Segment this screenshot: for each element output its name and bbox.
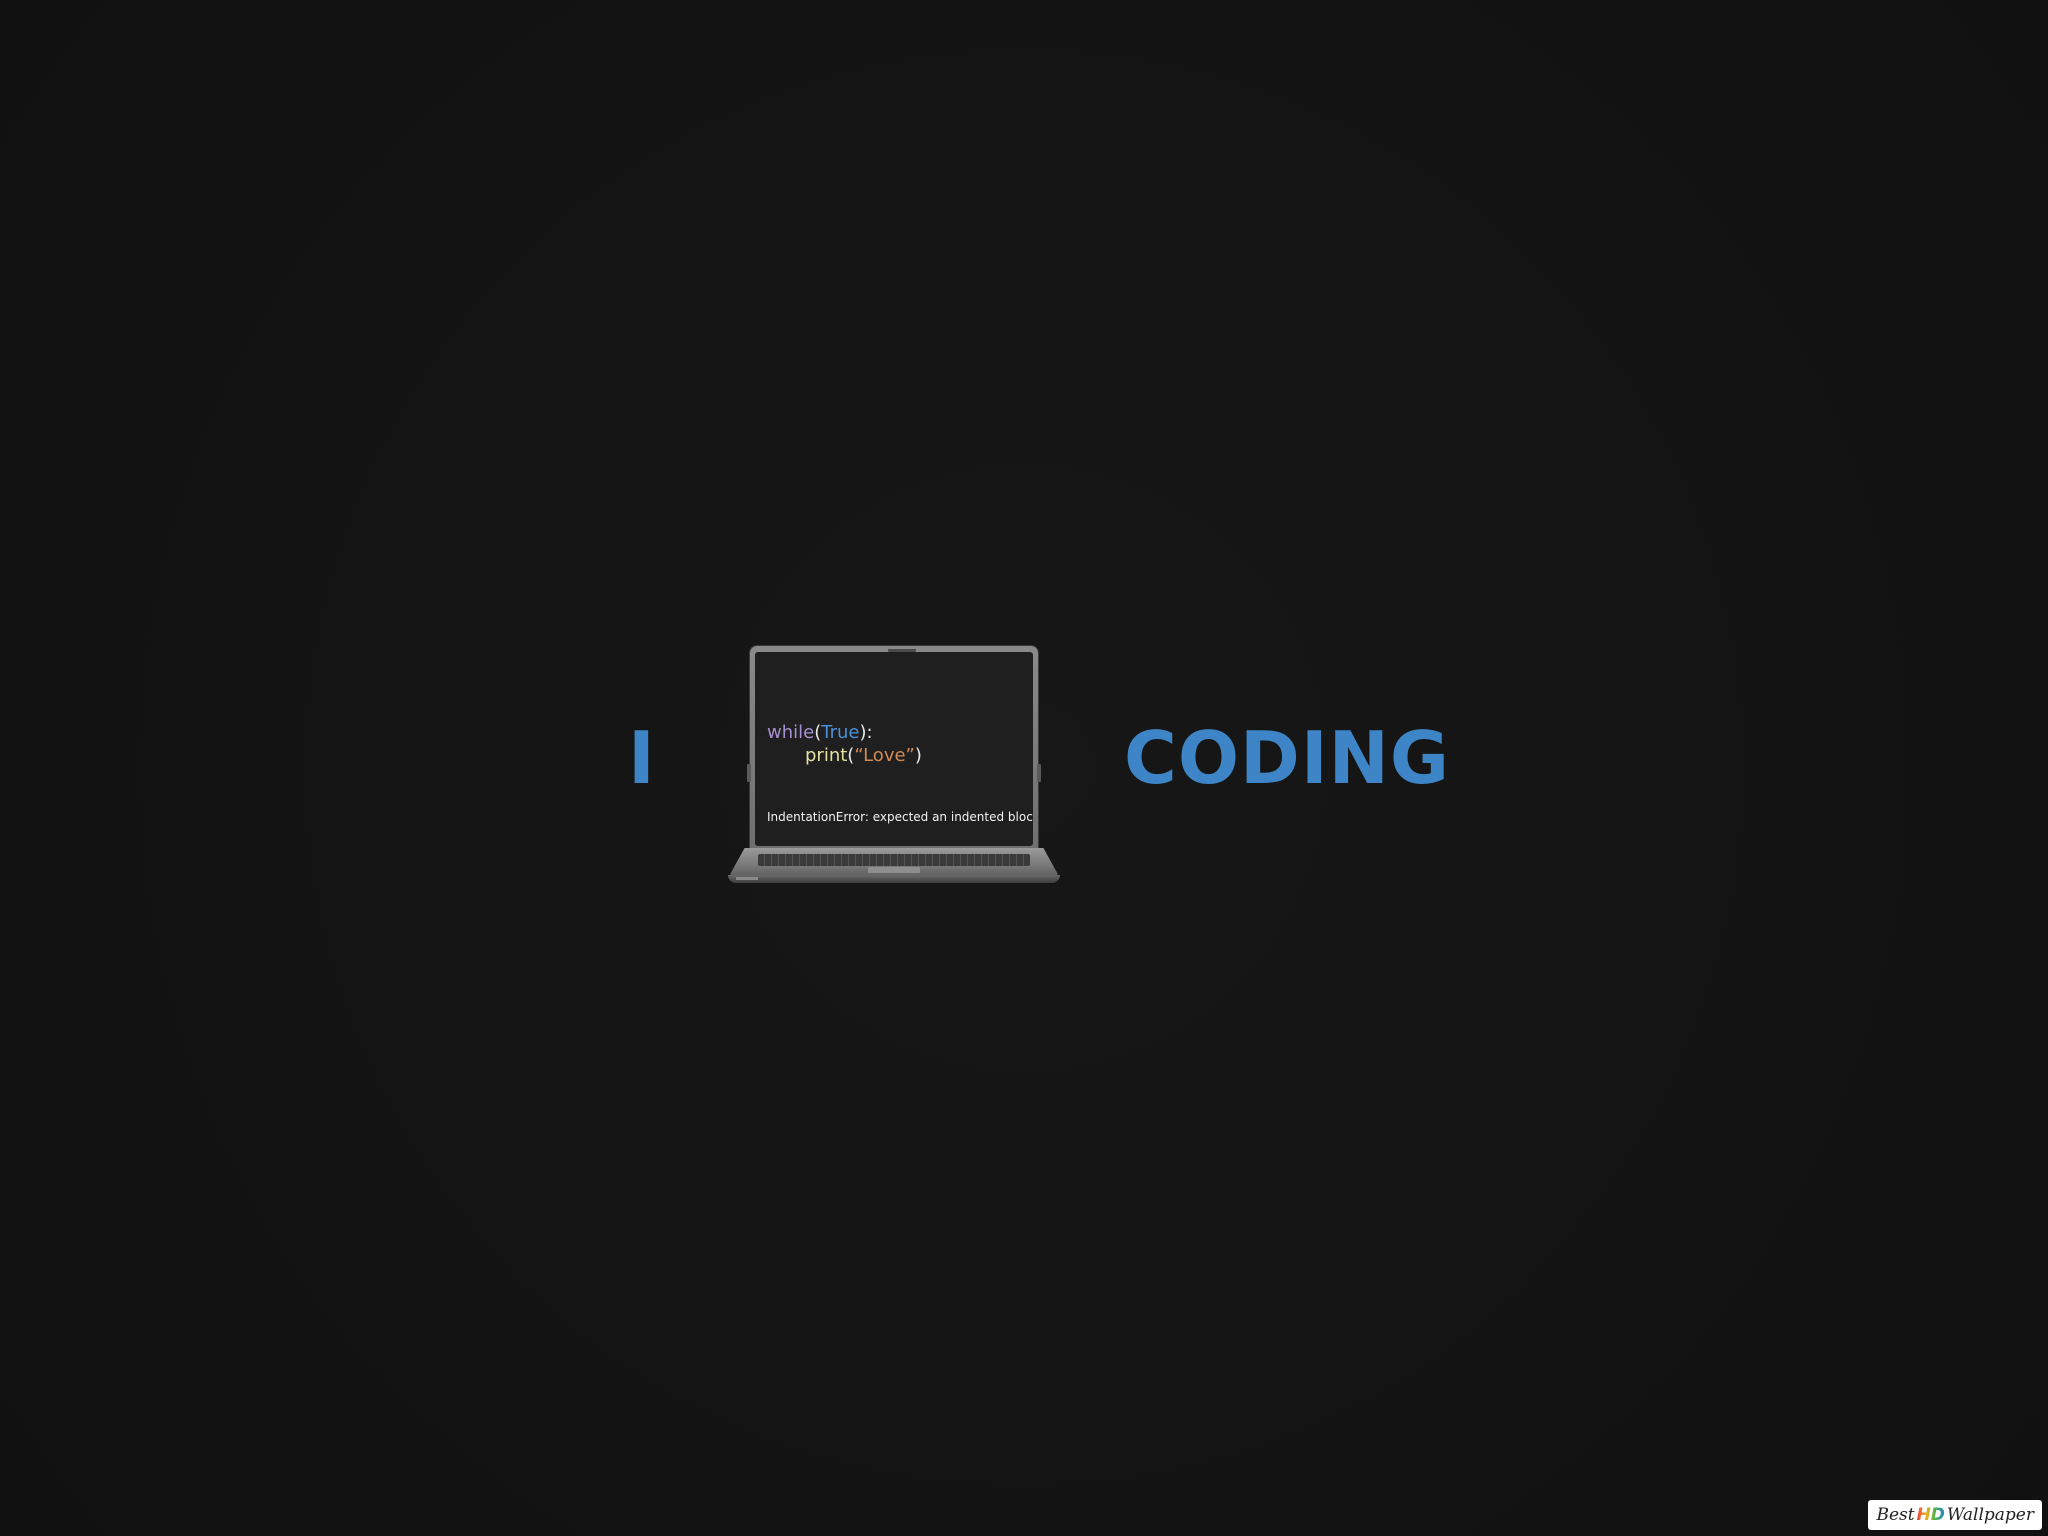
code-close: ): (859, 722, 873, 743)
laptop-illustration: while(True): print(“Love”) IndentationEr… (728, 646, 1060, 890)
code-line-2: print(“Love”) (805, 745, 922, 766)
code-line-1: while(True): (767, 722, 873, 743)
watermark-logo: Best HD Wallpaper (1868, 1500, 2042, 1530)
hinge-left (747, 764, 751, 782)
trackpad (868, 867, 920, 873)
keyboard (758, 854, 1030, 866)
laptop-lid: while(True): print(“Love”) IndentationEr… (750, 646, 1038, 852)
laptop-base-front (728, 875, 1060, 883)
code-string: “Love” (854, 745, 915, 766)
headline-subject: I (628, 716, 655, 800)
code-keyword: while (767, 722, 815, 743)
base-label (736, 877, 758, 880)
hinge-right (1037, 764, 1041, 782)
watermark-suffix: Wallpaper (1946, 1505, 2034, 1525)
laptop-screen: while(True): print(“Love”) IndentationEr… (755, 652, 1033, 846)
error-message: IndentationError: expected an indented b… (767, 810, 1033, 824)
code-value: True (821, 722, 860, 743)
watermark-hd: HD (1916, 1505, 1945, 1525)
code-function: print (805, 745, 848, 766)
code-close-paren: ) (914, 745, 922, 766)
watermark-prefix: Best (1876, 1505, 1915, 1525)
headline-object: CODING (1124, 716, 1450, 800)
